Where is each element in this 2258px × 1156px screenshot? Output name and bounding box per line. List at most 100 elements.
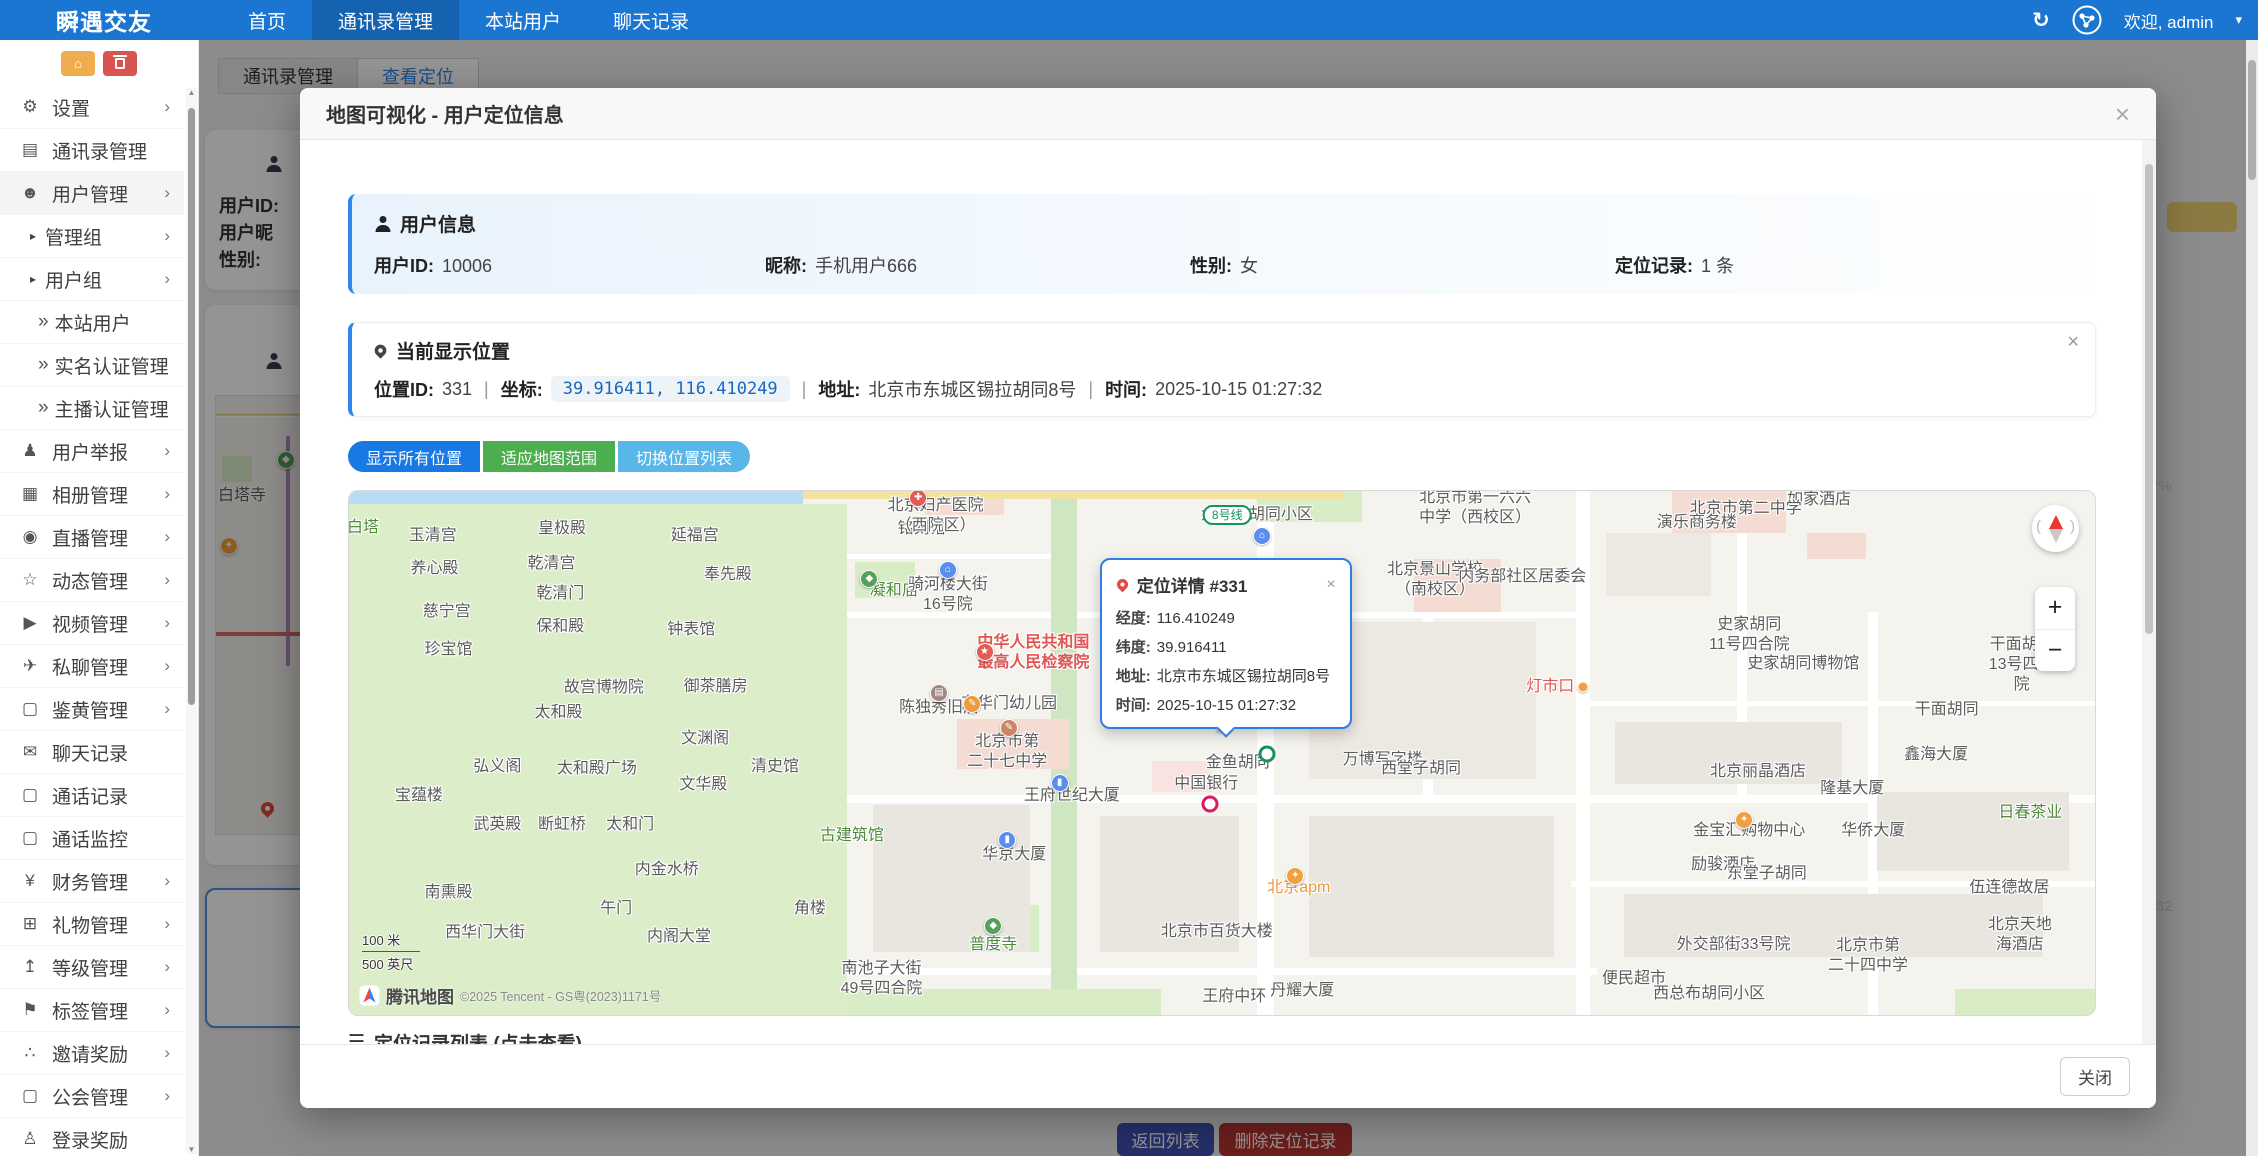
sidebar-item[interactable]: ▢公会管理› bbox=[0, 1075, 184, 1118]
chevron-right-icon: › bbox=[164, 441, 170, 461]
map-label: 清史馆 bbox=[751, 757, 799, 777]
avatar[interactable] bbox=[2072, 5, 2102, 35]
user-icon bbox=[374, 216, 391, 232]
submenu-arrow-icon: ▸ bbox=[30, 229, 36, 243]
sidebar-item[interactable]: ☆动态管理› bbox=[0, 559, 184, 602]
map-shape bbox=[349, 491, 803, 504]
gift-icon: ⊞ bbox=[16, 914, 44, 934]
monitor-icon: ▢ bbox=[16, 1086, 44, 1106]
map-label: 骑河楼大街 16号院 bbox=[908, 575, 988, 615]
map-toolbar: 显示所有位置适应地图范围切换位置列表 bbox=[348, 441, 2096, 472]
sidebar-item[interactable]: ♟用户举报› bbox=[0, 430, 184, 473]
user-field: 昵称:手机用户666 bbox=[765, 252, 1190, 278]
monitor-icon: ▢ bbox=[16, 828, 44, 848]
nav-item[interactable]: 聊天记录 bbox=[587, 0, 715, 40]
map-label: 奉先殿 bbox=[704, 565, 752, 585]
sidebar-item[interactable]: ∴邀请奖励› bbox=[0, 1032, 184, 1075]
map-toolbar-button[interactable]: 切换位置列表 bbox=[618, 441, 750, 472]
sidebar-quick-buttons: ⌂ bbox=[0, 40, 198, 86]
field-label: 性别: bbox=[1190, 256, 1232, 276]
sidebar-item[interactable]: ⚑标签管理› bbox=[0, 989, 184, 1032]
sidebar-item[interactable]: ▢鉴黄管理› bbox=[0, 688, 184, 731]
sidebar-item[interactable]: ✉聊天记录 bbox=[0, 731, 184, 774]
zoom-out-button[interactable]: − bbox=[2035, 630, 2075, 672]
sidebar-item[interactable]: ▤通讯录管理 bbox=[0, 129, 184, 172]
hospital-icon: ✚ bbox=[909, 490, 927, 507]
sidebar-item[interactable]: ▢通话记录 bbox=[0, 774, 184, 817]
scrollbar-thumb[interactable] bbox=[188, 108, 195, 705]
map-label: 太和殿广场 bbox=[557, 759, 637, 779]
sidebar-item[interactable]: ▸用户组› bbox=[0, 258, 184, 301]
modal-title: 地图可视化 - 用户定位信息 bbox=[326, 99, 564, 128]
compass-control[interactable]: ( ) bbox=[2032, 505, 2079, 552]
current-position-detail: 位置ID:331|坐标:39.916411, 116.410249|地址:北京市… bbox=[374, 376, 2073, 402]
sidebar-item[interactable]: » 主播认证管理 bbox=[0, 387, 184, 430]
navbar-right: ↻ 欢迎, admin ▾ bbox=[2032, 5, 2242, 35]
sidebar-item-label: 主播认证管理 bbox=[55, 395, 169, 422]
sidebar-item-label: 邀请奖励 bbox=[52, 1040, 128, 1067]
sidebar-item[interactable]: ✈私聊管理› bbox=[0, 645, 184, 688]
sidebar-item[interactable]: ◉直播管理› bbox=[0, 516, 184, 559]
coordinates-value: 39.916411, 116.410249 bbox=[551, 376, 790, 402]
nav-item[interactable]: 通讯录管理 bbox=[312, 0, 459, 40]
nav-item[interactable]: 本站用户 bbox=[459, 0, 587, 40]
gear-icon: ⚙ bbox=[16, 97, 44, 117]
sidebar-item[interactable]: »实名认证管理 bbox=[0, 344, 184, 387]
rotate-right-icon[interactable]: ) bbox=[2070, 518, 2075, 535]
sidebar-item[interactable]: »本站用户 bbox=[0, 301, 184, 344]
sidebar-scrollbar[interactable]: ▲ ▼ bbox=[186, 88, 197, 1154]
popup-title: 定位详情 #331 × bbox=[1116, 572, 1336, 597]
sidebar-item[interactable]: ♙登录奖励 bbox=[0, 1118, 184, 1156]
refresh-icon[interactable]: ↻ bbox=[2032, 8, 2050, 33]
close-icon[interactable]: × bbox=[2115, 101, 2130, 127]
sidebar-item[interactable]: ⚙ 设置 › bbox=[0, 86, 184, 129]
sidebar-item[interactable]: ¥财务管理› bbox=[0, 860, 184, 903]
building-icon: ▮ bbox=[1051, 774, 1069, 792]
sidebar-item-label: 设置 bbox=[52, 94, 90, 121]
scroll-up-icon[interactable]: ▲ bbox=[186, 88, 197, 97]
map-label: 弘义阁 bbox=[473, 757, 521, 777]
page-scrollbar[interactable] bbox=[2246, 40, 2258, 1156]
map-toolbar-button[interactable]: 适应地图范围 bbox=[483, 441, 615, 472]
user-field: 性别:女 bbox=[1190, 252, 1615, 278]
sidebar-item[interactable]: ▢ 通话监控 bbox=[0, 817, 184, 860]
close-icon[interactable]: × bbox=[2067, 331, 2079, 354]
popup-row-label: 纬度: bbox=[1116, 639, 1151, 656]
chevron-right-icon: › bbox=[164, 97, 170, 117]
sidebar-item[interactable]: ⊞礼物管理› bbox=[0, 903, 184, 946]
sidebar-item[interactable]: ▸管理组› bbox=[0, 215, 184, 258]
map-toolbar-button[interactable]: 显示所有位置 bbox=[348, 441, 480, 472]
trash-icon bbox=[115, 58, 125, 69]
home-button[interactable]: ⌂ bbox=[61, 51, 95, 76]
sidebar-item-label: 通话监控 bbox=[52, 825, 128, 852]
trash-button[interactable] bbox=[103, 51, 137, 76]
welcome-user[interactable]: 欢迎, admin bbox=[2124, 8, 2214, 33]
rotate-left-icon[interactable]: ( bbox=[2036, 518, 2041, 535]
map-label: 华京大厦 bbox=[982, 845, 1046, 865]
nav-item[interactable]: 首页 bbox=[222, 0, 312, 40]
chevron-right-icon: › bbox=[164, 226, 170, 246]
chevron-right-icon: › bbox=[164, 1086, 170, 1106]
modal-scrollbar[interactable] bbox=[2142, 140, 2156, 1044]
submenu-link-icon: » bbox=[38, 397, 49, 419]
scroll-down-icon[interactable]: ▼ bbox=[186, 1145, 197, 1154]
sidebar-item[interactable]: ▶视频管理› bbox=[0, 602, 184, 645]
map-label: 珍宝馆 bbox=[425, 640, 473, 660]
map-brand[interactable]: 腾讯地图 bbox=[386, 983, 454, 1008]
sidebar-item[interactable]: ↥等级管理› bbox=[0, 946, 184, 989]
sidebar-item[interactable]: ▦相册管理› bbox=[0, 473, 184, 516]
shopping-icon: ✦ bbox=[1286, 867, 1304, 885]
chevron-down-icon[interactable]: ▾ bbox=[2235, 12, 2242, 28]
map-label: 伍连德故居 bbox=[1969, 878, 2049, 898]
scrollbar-thumb[interactable] bbox=[2248, 60, 2256, 180]
close-icon[interactable]: × bbox=[1326, 576, 1335, 594]
scrollbar-thumb[interactable] bbox=[2145, 164, 2153, 634]
sidebar-item[interactable]: ☻用户管理› bbox=[0, 172, 184, 215]
zoom-in-button[interactable]: + bbox=[2035, 587, 2075, 630]
location-record-list-label[interactable]: ☰ 定位记录列表 (点击查看) bbox=[348, 1029, 2096, 1044]
field-label: 用户ID: bbox=[374, 256, 434, 276]
close-button[interactable]: 关闭 bbox=[2060, 1057, 2130, 1096]
detail-label: 位置ID: bbox=[374, 376, 434, 402]
map-canvas[interactable]: 定位详情 #331 × 经度:116.410249纬度:39.916411地址:… bbox=[348, 490, 2096, 1016]
chevron-right-icon: › bbox=[164, 871, 170, 891]
